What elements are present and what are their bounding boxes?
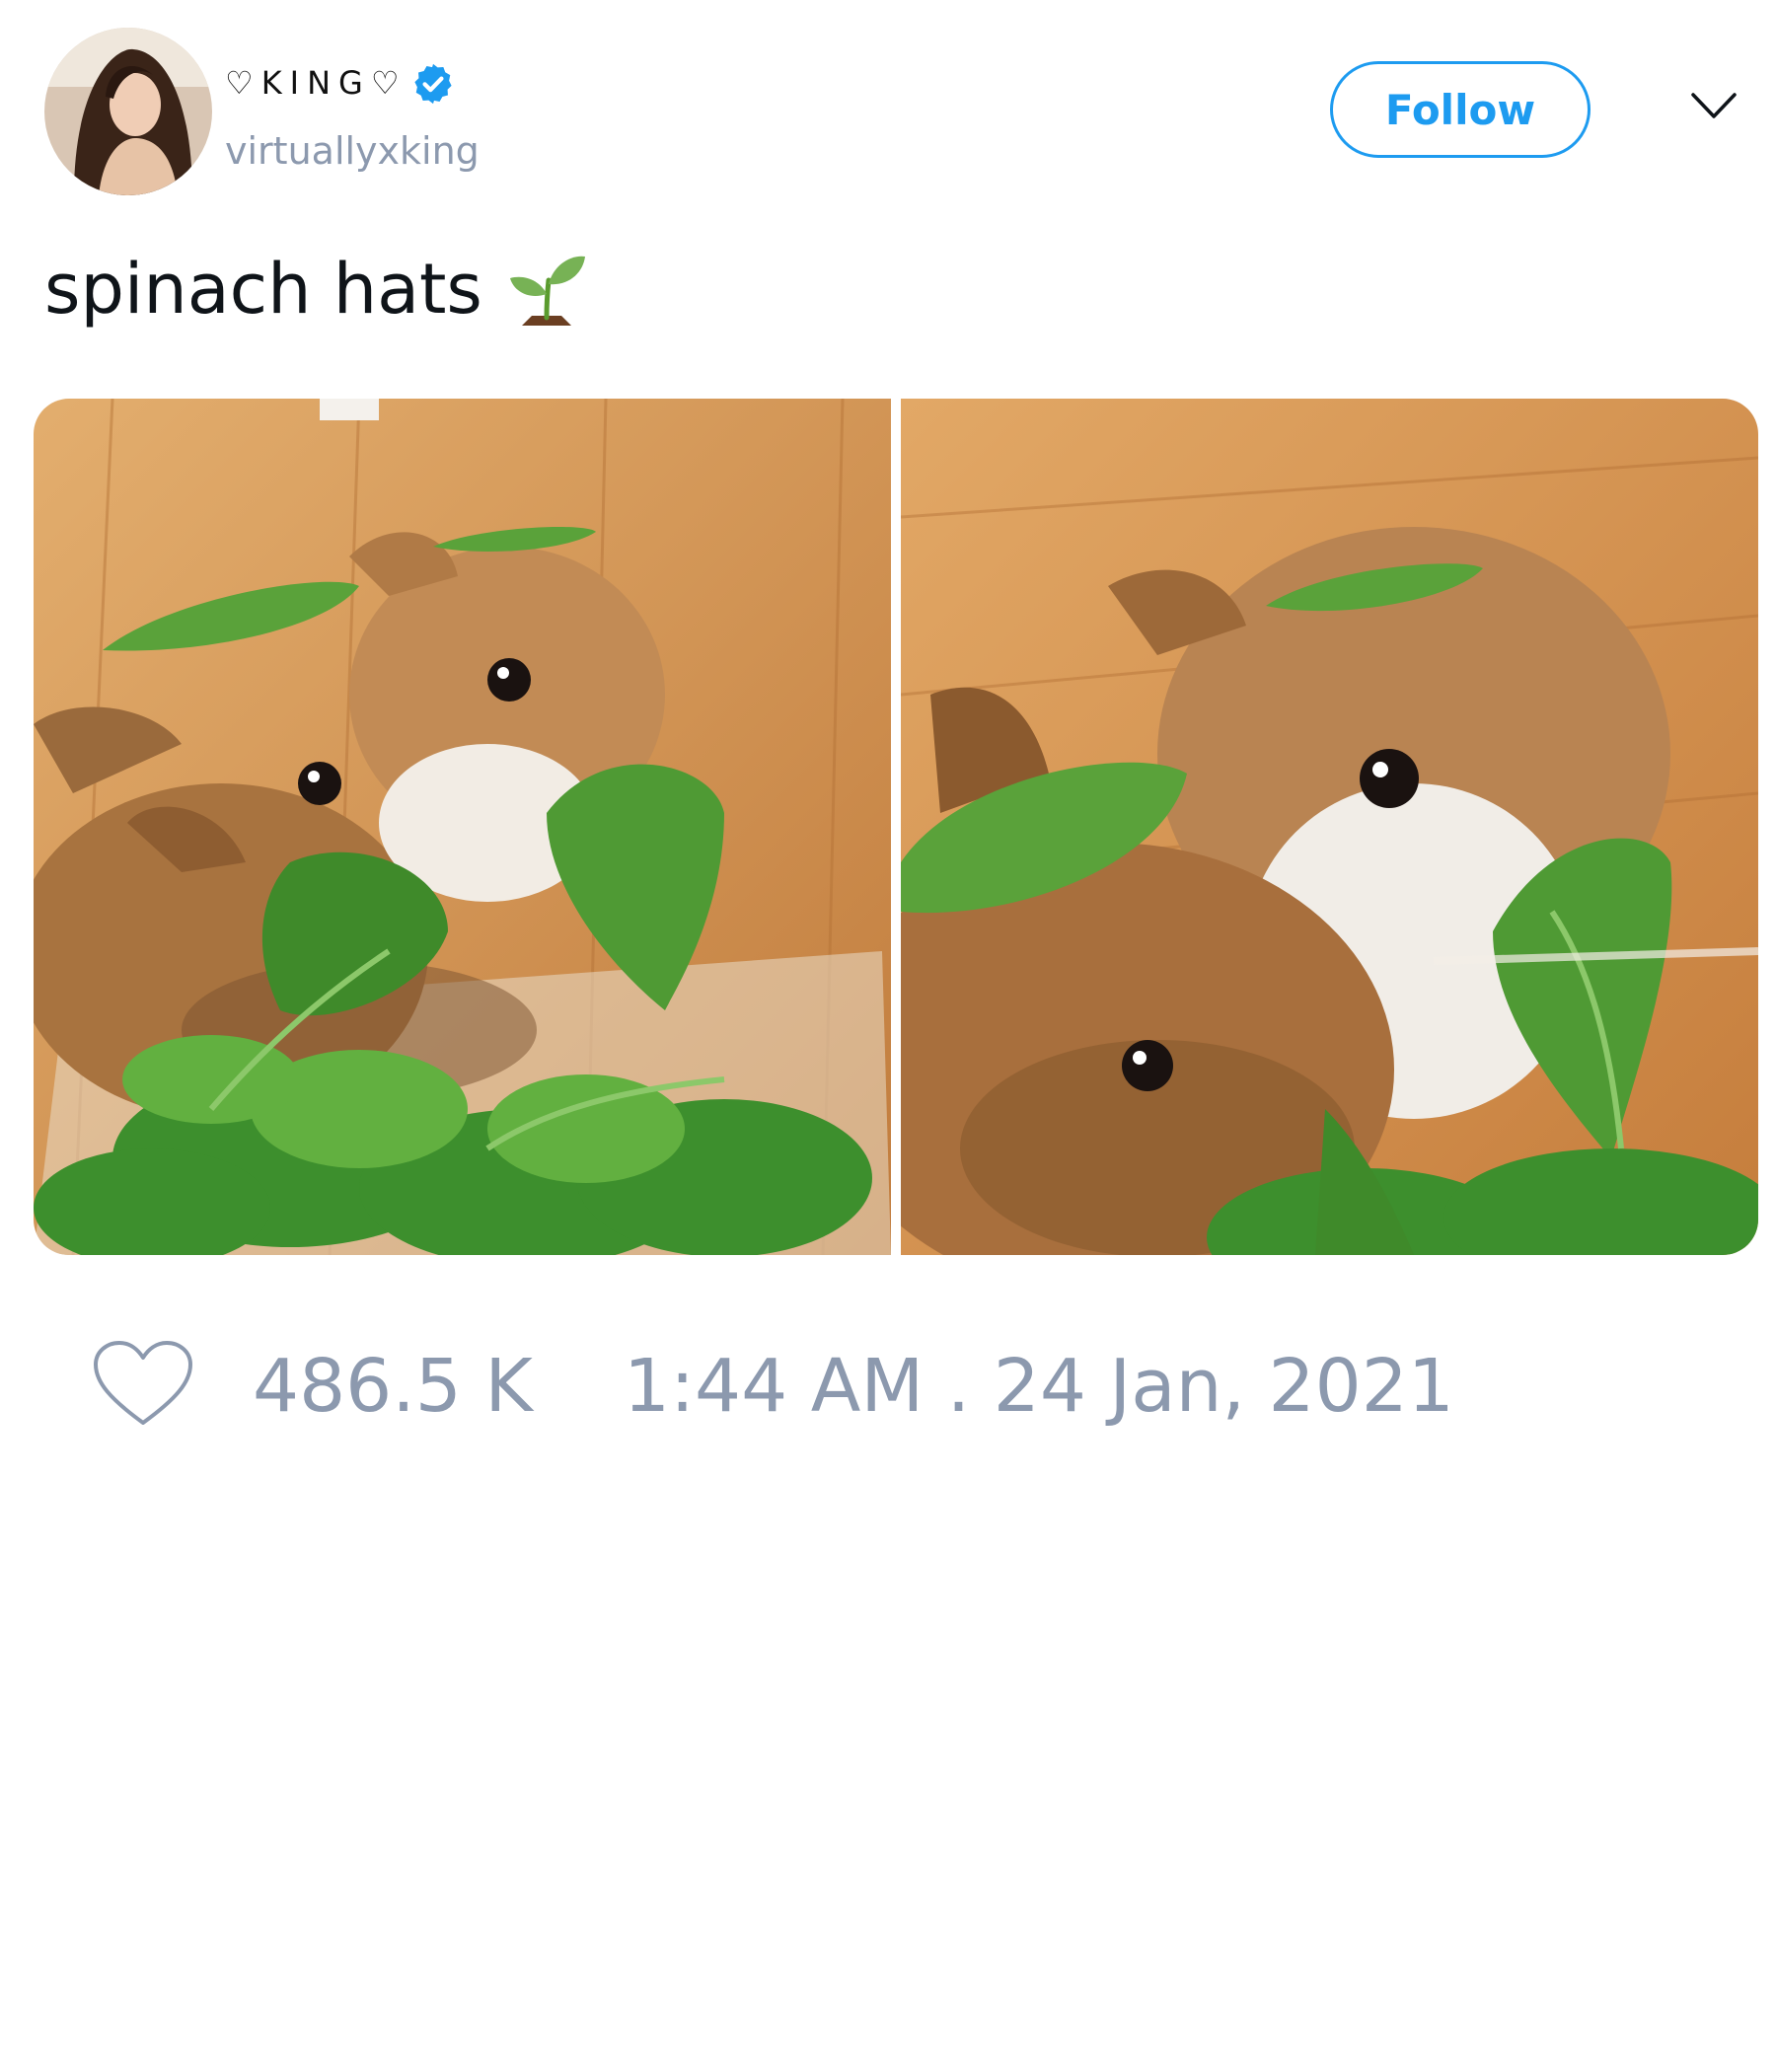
photo-left[interactable] xyxy=(34,399,891,1255)
heart-icon[interactable] xyxy=(91,1338,195,1429)
verified-badge-icon xyxy=(414,63,452,105)
photo-right[interactable] xyxy=(822,399,1758,1255)
username[interactable]: virtuallyxking xyxy=(225,126,480,176)
display-name[interactable]: ♡KING♡ xyxy=(225,61,407,105)
follow-button[interactable]: Follow xyxy=(1330,61,1591,158)
photo-two-bunnies-spinach-left xyxy=(34,399,891,1255)
chevron-down-icon[interactable] xyxy=(1689,89,1739,124)
timestamp[interactable]: 1:44 AM . 24 Jan, 2021 xyxy=(624,1342,1454,1431)
avatar[interactable] xyxy=(44,28,212,195)
seedling-icon xyxy=(509,256,585,326)
photo-two-bunnies-spinach-right xyxy=(822,399,1758,1255)
tweet-text: spinach hats xyxy=(44,245,589,333)
like-count: 486.5 K xyxy=(253,1344,533,1429)
profile-photo xyxy=(44,28,212,195)
tweet-text-content: spinach hats xyxy=(44,249,482,330)
tweet-media[interactable] xyxy=(34,399,1758,1255)
